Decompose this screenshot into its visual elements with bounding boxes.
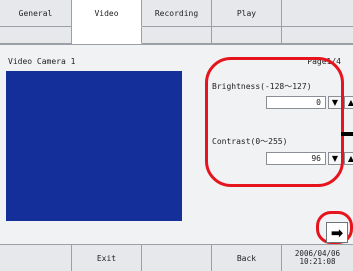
next-page-button[interactable]: ➡ bbox=[326, 222, 348, 243]
bottom-empty-1 bbox=[0, 245, 72, 271]
tab-general[interactable]: General bbox=[0, 0, 72, 27]
tab-video[interactable]: Video bbox=[72, 0, 142, 27]
sub-tab-2 bbox=[72, 27, 142, 44]
back-button[interactable]: Back bbox=[212, 245, 282, 271]
time-text: 10:21:08 bbox=[299, 257, 336, 266]
sub-tab-5 bbox=[282, 27, 353, 44]
bottom-bar: Exit Back 2006/04/06 10:21:08 bbox=[0, 244, 353, 271]
tab-play-label: Play bbox=[236, 8, 257, 18]
sub-tab-3 bbox=[142, 27, 212, 44]
camera-title: Video Camera 1 bbox=[8, 57, 76, 66]
tab-video-label: Video bbox=[94, 8, 119, 18]
video-preview bbox=[6, 71, 182, 221]
sub-tab-4 bbox=[212, 27, 282, 44]
tab-general-label: General bbox=[18, 8, 53, 18]
brightness-up-button[interactable]: ▲ bbox=[344, 96, 353, 109]
settings-highlight-outline bbox=[205, 57, 344, 187]
tab-bar: General Video Recording Play bbox=[0, 0, 353, 27]
tab-empty bbox=[282, 0, 353, 27]
tab-recording[interactable]: Recording bbox=[142, 0, 212, 27]
arrow-right-icon: ➡ bbox=[330, 223, 344, 242]
exit-button[interactable]: Exit bbox=[72, 245, 142, 271]
exit-label: Exit bbox=[96, 253, 117, 263]
sub-tab-1 bbox=[0, 27, 72, 44]
chevron-up-icon: ▲ bbox=[347, 154, 353, 163]
back-label: Back bbox=[236, 253, 257, 263]
bottom-empty-2 bbox=[142, 245, 212, 271]
side-marker bbox=[341, 132, 353, 136]
tab-play[interactable]: Play bbox=[212, 0, 282, 27]
chevron-up-icon: ▲ bbox=[347, 98, 353, 107]
settings-screen: General Video Recording Play Video Camer… bbox=[0, 0, 353, 271]
tab-recording-label: Recording bbox=[154, 8, 199, 18]
contrast-up-button[interactable]: ▲ bbox=[344, 152, 353, 165]
sub-tab-bar bbox=[0, 27, 353, 44]
datetime-display: 2006/04/06 10:21:08 bbox=[282, 245, 353, 271]
